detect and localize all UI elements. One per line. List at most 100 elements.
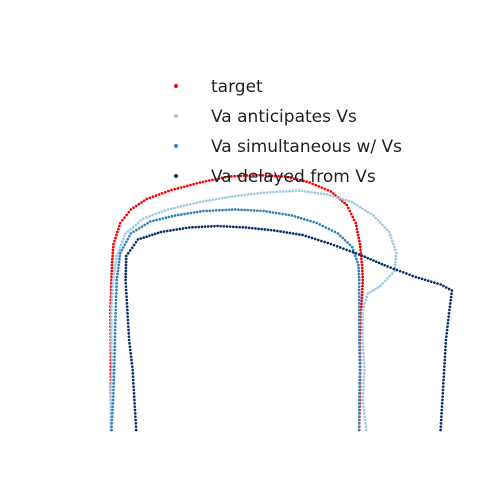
point-series-3-117 — [316, 238, 320, 242]
point-series-3-79 — [197, 225, 201, 229]
point-series-2-154 — [357, 308, 361, 312]
point-series-1-34 — [110, 315, 113, 319]
legend-entry-va-delayed: Va delayed from Vs — [174, 167, 376, 187]
point-series-0-159 — [360, 257, 363, 261]
point-series-2-74 — [167, 215, 171, 219]
point-series-3-153 — [426, 279, 430, 283]
point-series-2-11 — [112, 391, 115, 395]
point-series-0-153 — [357, 239, 361, 243]
point-series-2-30 — [113, 328, 117, 332]
point-series-2-86 — [205, 209, 208, 213]
point-series-3-184 — [443, 365, 446, 369]
point-series-0-47 — [110, 272, 113, 276]
point-series-0-61 — [116, 230, 119, 234]
point-series-1-125 — [322, 192, 326, 196]
point-series-3-146 — [405, 272, 408, 275]
point-series-3-128 — [351, 250, 355, 254]
point-series-1-140 — [366, 210, 370, 214]
point-series-2-130 — [341, 236, 345, 240]
point-series-1-130 — [338, 196, 342, 200]
point-series-2-60 — [128, 234, 131, 238]
point-series-3-137 — [377, 261, 381, 265]
point-series-3-39 — [125, 298, 129, 302]
point-series-1-38 — [110, 301, 114, 305]
point-series-3-20 — [130, 361, 134, 365]
point-series-1-196 — [363, 368, 366, 372]
point-series-2-95 — [233, 208, 237, 211]
point-series-1-56 — [118, 246, 122, 249]
point-series-2-139 — [356, 260, 359, 264]
point-series-2-109 — [278, 212, 281, 215]
point-series-3-4 — [134, 415, 137, 419]
point-series-3-101 — [266, 228, 270, 232]
point-series-1-94 — [224, 196, 227, 199]
point-series-1-80 — [179, 205, 183, 208]
point-series-1-214 — [364, 428, 368, 432]
point-series-1-52 — [114, 257, 118, 261]
point-series-2-118 — [306, 218, 309, 222]
point-series-2-92 — [224, 208, 228, 212]
point-series-1-105 — [259, 191, 263, 195]
point-series-0-55 — [111, 248, 115, 252]
point-series-2-75 — [170, 214, 174, 218]
point-series-1-136 — [356, 204, 359, 207]
point-series-3-70 — [169, 229, 172, 232]
point-series-1-197 — [362, 371, 366, 375]
point-series-1-87 — [201, 200, 205, 203]
point-series-1-153 — [391, 242, 395, 246]
point-series-2-159 — [357, 325, 361, 329]
point-series-2-157 — [357, 318, 361, 322]
point-series-1-206 — [361, 401, 365, 405]
point-series-1-76 — [166, 208, 170, 211]
point-series-3-30 — [127, 328, 130, 332]
point-series-0-72 — [137, 202, 141, 206]
point-series-2-149 — [357, 291, 361, 295]
point-series-3-47 — [124, 272, 128, 276]
point-series-1-173 — [366, 292, 370, 295]
point-series-2-43 — [115, 285, 118, 289]
point-series-1-178 — [361, 308, 365, 312]
point-series-3-140 — [386, 265, 389, 268]
point-series-3-106 — [282, 230, 286, 234]
point-series-3-150 — [417, 276, 421, 280]
point-series-3-139 — [383, 263, 387, 267]
point-series-2-54 — [118, 251, 122, 255]
point-series-2-26 — [113, 341, 117, 345]
point-series-3-48 — [124, 269, 128, 273]
point-series-3-177 — [444, 341, 448, 345]
point-series-3-154 — [429, 280, 433, 284]
point-series-0-51 — [110, 260, 114, 264]
point-series-2-68 — [148, 220, 152, 223]
point-series-3-73 — [178, 227, 182, 231]
point-series-2-38 — [114, 301, 118, 305]
point-series-1-21 — [110, 358, 114, 362]
point-series-3-178 — [444, 345, 447, 349]
point-series-3-71 — [172, 228, 175, 232]
point-series-3-130 — [357, 253, 361, 256]
point-series-2-183 — [357, 405, 361, 409]
point-series-1-9 — [109, 398, 113, 402]
point-series-1-51 — [114, 260, 118, 264]
point-series-1-202 — [361, 388, 365, 392]
point-series-3-151 — [420, 277, 424, 281]
point-series-1-106 — [262, 191, 266, 195]
point-series-3-122 — [332, 243, 336, 247]
point-series-2-88 — [211, 209, 215, 212]
point-series-1-127 — [329, 194, 332, 197]
point-series-2-2 — [110, 421, 114, 425]
point-series-3-52 — [124, 257, 128, 261]
point-series-1-64 — [131, 225, 135, 229]
point-series-2-153 — [357, 305, 361, 309]
point-series-1-192 — [362, 355, 366, 359]
point-series-0-162 — [360, 266, 364, 270]
point-series-1-78 — [173, 206, 176, 210]
point-series-3-120 — [326, 241, 330, 245]
point-series-2-127 — [333, 230, 337, 234]
point-series-2-150 — [357, 295, 361, 299]
point-series-1-23 — [110, 351, 114, 355]
point-series-0-142 — [346, 206, 350, 210]
point-series-0-67 — [125, 213, 128, 217]
point-series-3-24 — [128, 348, 132, 352]
point-series-1-179 — [361, 311, 365, 315]
point-series-1-24 — [110, 348, 113, 352]
